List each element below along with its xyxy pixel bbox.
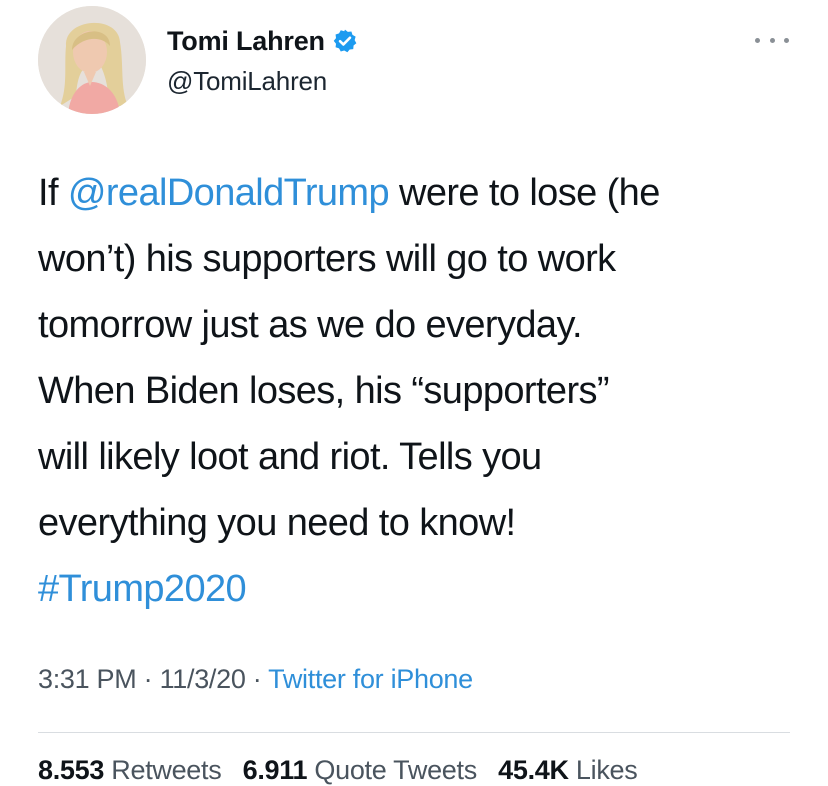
tweet-time[interactable]: 3:31 PM xyxy=(38,664,137,694)
tweet-text: If @realDonaldTrump were to lose (he won… xyxy=(38,160,798,622)
user-handle[interactable]: @TomiLahren xyxy=(167,66,358,97)
tweet-source-link[interactable]: Twitter for iPhone xyxy=(268,664,473,694)
likes-stat[interactable]: 45.4K Likes xyxy=(498,755,638,785)
tweet-line: everything you need to know! xyxy=(38,502,516,544)
tweet-text-segment: If xyxy=(38,172,68,214)
tweet-line: If @realDonaldTrump were to lose (he xyxy=(38,160,798,226)
avatar[interactable] xyxy=(38,6,146,114)
display-name[interactable]: Tomi Lahren xyxy=(167,26,325,57)
retweets-label: Retweets xyxy=(111,755,222,785)
tweet-line: won’t) his supporters will go to work xyxy=(38,238,616,280)
meta-separator: · xyxy=(245,664,269,694)
quote-tweets-stat[interactable]: 6.911 Quote Tweets xyxy=(242,755,478,785)
mention-link[interactable]: @realDonaldTrump xyxy=(68,172,390,214)
more-dot xyxy=(755,37,760,43)
likes-label: Likes xyxy=(575,755,638,785)
avatar-image xyxy=(38,6,146,114)
engagement-stats: 8.553 Retweets 6.911 Quote Tweets 45.4K … xyxy=(38,755,651,786)
user-info: Tomi Lahren @TomiLahren xyxy=(167,22,358,97)
tweet-date[interactable]: 11/3/20 xyxy=(160,664,246,694)
quote-tweets-label: Quote Tweets xyxy=(314,755,477,785)
tweet-meta: 3:31 PM · 11/3/20 · Twitter for iPhone xyxy=(38,664,473,695)
quote-tweets-count: 6.911 xyxy=(242,755,308,785)
tweet-text-segment: were to lose (he xyxy=(389,172,660,214)
meta-separator: · xyxy=(136,664,160,694)
more-options-icon[interactable] xyxy=(755,34,789,46)
tweet-line: tomorrow just as we do everyday. xyxy=(38,304,583,346)
retweets-count: 8.553 xyxy=(38,755,105,785)
tweet-card: Tomi Lahren @TomiLahren If @realDonaldTr… xyxy=(0,0,828,786)
display-name-row: Tomi Lahren xyxy=(167,22,358,60)
tweet-line: When Biden loses, his “supporters” xyxy=(38,370,610,412)
hashtag-link[interactable]: #Trump2020 xyxy=(38,556,798,622)
retweets-stat[interactable]: 8.553 Retweets xyxy=(38,755,222,785)
more-dot xyxy=(769,37,775,43)
more-dot xyxy=(784,37,789,43)
divider xyxy=(38,732,790,733)
verified-badge-icon xyxy=(332,28,358,54)
tweet-line: will likely loot and riot. Tells you xyxy=(38,436,542,478)
likes-count: 45.4K xyxy=(498,755,569,785)
